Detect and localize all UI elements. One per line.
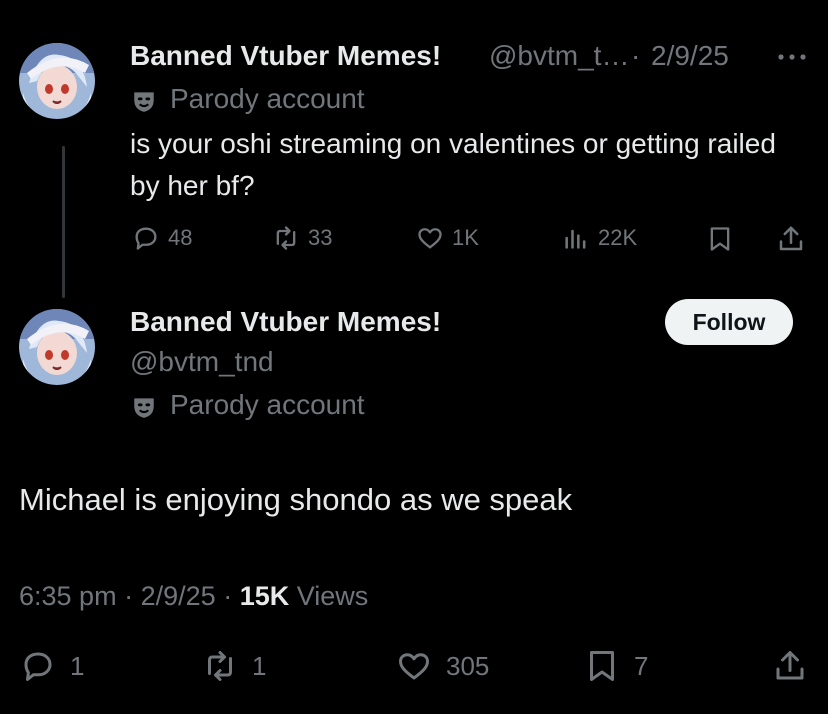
- tweet-timestamp-row: 6:35 pm · 2/9/25 · 15K Views: [19, 581, 368, 612]
- tweet-time[interactable]: 6:35 pm: [19, 581, 117, 611]
- parody-mask-icon: [131, 88, 157, 119]
- reply-count: 1: [70, 650, 85, 681]
- reply-button[interactable]: 48: [132, 224, 192, 252]
- views-button[interactable]: 22K: [562, 224, 637, 252]
- share-icon: [776, 651, 804, 680]
- bookmark-button[interactable]: [706, 224, 734, 259]
- bookmark-count: 7: [634, 650, 649, 681]
- views-label: Views: [296, 581, 369, 611]
- handle[interactable]: @bvtm_t…: [489, 40, 629, 72]
- repost-icon: [276, 226, 296, 250]
- meta-separator: ·: [631, 40, 641, 71]
- parody-mask-icon: [131, 394, 157, 425]
- share-icon: [779, 226, 803, 251]
- like-count: 1K: [452, 225, 479, 250]
- repost-count: 1: [252, 650, 267, 681]
- avatar[interactable]: [19, 309, 95, 385]
- avatar[interactable]: [19, 43, 95, 119]
- handle[interactable]: @bvtm_tnd: [130, 346, 274, 378]
- bookmark-icon: [710, 227, 730, 251]
- reply-icon: [24, 652, 52, 681]
- repost-button[interactable]: 1: [202, 648, 266, 684]
- heart-icon: [418, 228, 442, 249]
- heart-icon: [399, 653, 429, 680]
- display-name[interactable]: Banned Vtuber Memes!: [130, 40, 441, 72]
- analytics-icon: [565, 229, 586, 249]
- account-label: Parody account: [170, 389, 365, 420]
- tweet-text: Michael is enjoying shondo as we speak: [19, 482, 573, 517]
- like-button[interactable]: 305: [396, 648, 489, 684]
- tweet-date[interactable]: 2/9/25: [651, 40, 729, 72]
- tweet-date[interactable]: 2/9/25: [141, 581, 216, 611]
- views-count: 15K: [239, 581, 290, 611]
- follow-button[interactable]: Follow: [665, 299, 793, 345]
- meta-separator: ·: [124, 581, 134, 611]
- reply-button[interactable]: 1: [20, 648, 84, 684]
- thread-connector: [62, 146, 65, 298]
- like-button[interactable]: 1K: [416, 224, 479, 252]
- display-name[interactable]: Banned Vtuber Memes!: [130, 306, 441, 338]
- bookmark-icon: [590, 651, 614, 681]
- repost-icon: [208, 651, 232, 681]
- share-button[interactable]: [776, 224, 806, 259]
- bookmark-button[interactable]: 7: [584, 648, 648, 684]
- repost-count: 33: [308, 225, 333, 250]
- reply-count: 48: [168, 225, 193, 250]
- meta-separator: ·: [223, 581, 233, 611]
- tweet-text: is your oshi streaming on valentines or …: [130, 128, 776, 201]
- like-count: 305: [446, 650, 490, 681]
- share-button[interactable]: [772, 648, 808, 689]
- reply-icon: [135, 227, 157, 250]
- repost-button[interactable]: 33: [272, 224, 332, 252]
- account-label: Parody account: [170, 83, 365, 114]
- more-dots-icon[interactable]: [777, 50, 807, 69]
- view-count: 22K: [598, 225, 638, 250]
